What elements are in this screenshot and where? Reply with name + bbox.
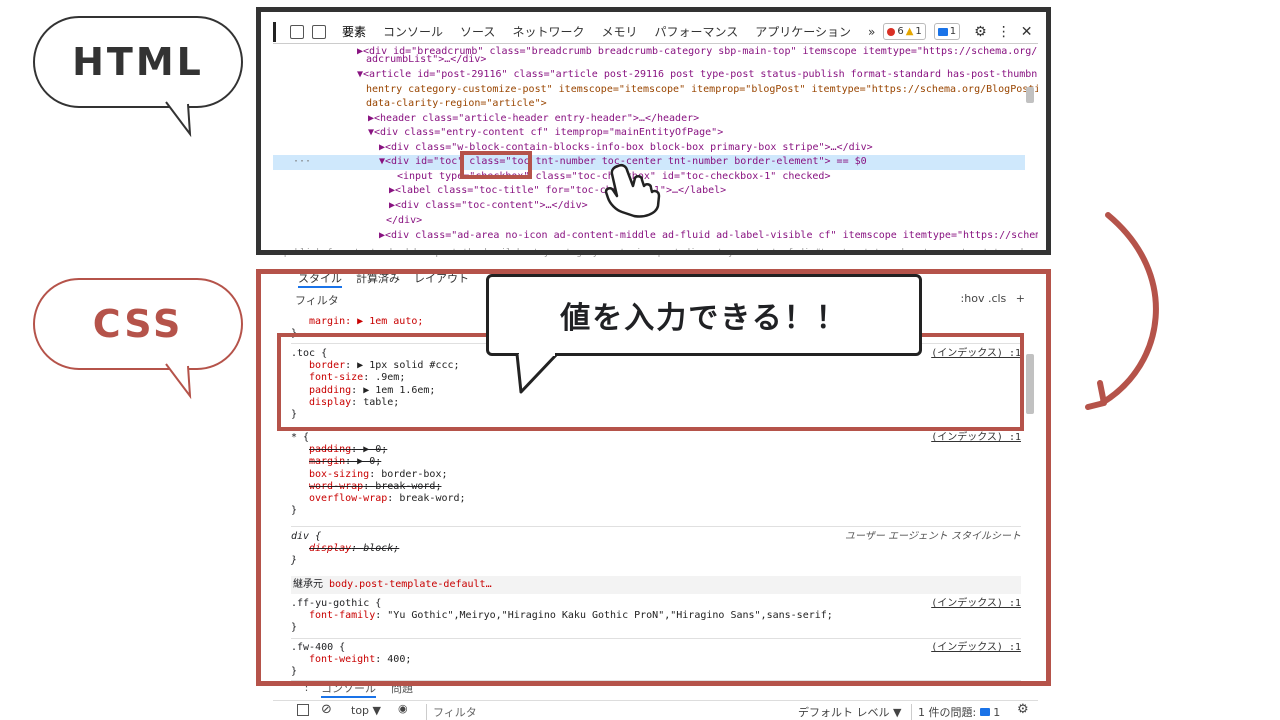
issues-counter[interactable]: 1 件の問題: 1 — [911, 704, 1000, 720]
console-toolbar: ⊘ top ▼ ◉ フィルタ デフォルト レベル ▼ 1 件の問題: 1 ⚙ — [273, 700, 1038, 720]
html-label-bubble: HTML — [33, 16, 243, 108]
clear-console-icon[interactable]: ⊘ — [321, 702, 332, 717]
curved-arrow — [1085, 212, 1159, 410]
console-filter-input[interactable]: フィルタ — [426, 704, 786, 720]
callout-bubble: 値を入力できる！！ — [486, 274, 922, 356]
log-level-select[interactable]: デフォルト レベル ▼ — [798, 704, 901, 720]
context-selector[interactable]: top ▼ — [351, 704, 381, 717]
html-label: HTML — [72, 40, 204, 84]
eye-icon[interactable]: ◉ — [398, 702, 408, 715]
callout-tail — [515, 352, 559, 394]
console-settings-icon[interactable]: ⚙ — [1017, 702, 1029, 717]
css-label: CSS — [92, 302, 184, 346]
issue-icon — [979, 708, 990, 716]
sidebar-toggle-icon[interactable] — [297, 704, 309, 716]
pointer-hand-icon — [604, 163, 661, 218]
css-bubble-tail — [165, 363, 192, 400]
callout-text: 値を入力できる！！ — [560, 301, 848, 336]
class-highlight-box — [460, 151, 532, 179]
html-bubble-tail — [165, 101, 192, 138]
css-label-bubble: CSS — [33, 278, 243, 370]
